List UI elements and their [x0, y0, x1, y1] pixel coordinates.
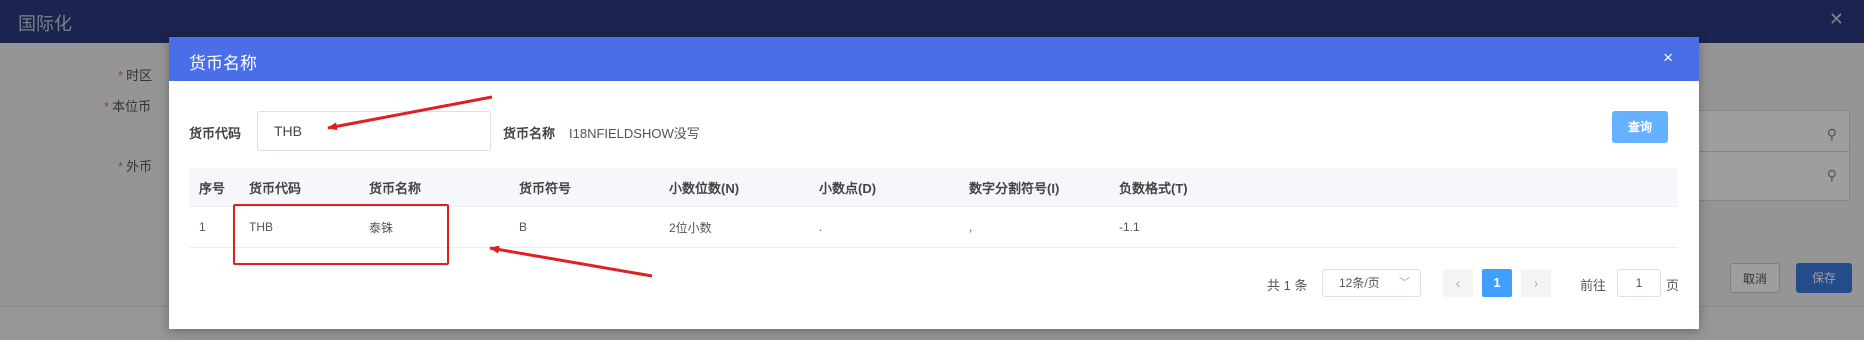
cell-decimals: 2位小数 [669, 220, 712, 235]
page-number-current[interactable]: 1 [1482, 269, 1512, 297]
chevron-down-icon: ﹀ [1399, 277, 1410, 289]
goto-label: 前往 [1580, 278, 1607, 293]
header-symbol: 货币符号 [519, 180, 572, 196]
cell-symbol: B [519, 220, 528, 234]
page-size-select[interactable]: 12条/页 ﹀ [1322, 269, 1421, 297]
header-code: 货币代码 [249, 180, 302, 196]
currency-name-value: I18NFIELDSHOW没写 [569, 126, 700, 141]
header-name: 货币名称 [369, 180, 422, 196]
header-separator: 数字分割符号(I) [969, 180, 1060, 196]
header-decimals: 小数位数(N) [669, 180, 740, 196]
cell-index: 1 [199, 220, 206, 234]
table-header: 序号 货币代码 货币名称 货币符号 小数位数(N) 小数点(D) 数字分割符号(… [189, 168, 1678, 207]
currency-name-label: 货币名称 [503, 126, 556, 141]
currency-code-label: 货币代码 [189, 126, 242, 141]
cell-negative-format: -1.1 [1119, 220, 1140, 234]
dialog-header: 货币名称 × [169, 37, 1699, 81]
query-button[interactable]: 查询 [1612, 111, 1668, 143]
dialog-title: 货币名称 [189, 54, 257, 73]
total-count: 共 1 条 [1267, 278, 1308, 293]
prev-page-button[interactable]: ‹ [1443, 269, 1473, 297]
search-row: 货币代码 THB 货币名称 I18NFIELDSHOW没写 [169, 111, 1699, 151]
header-index: 序号 [199, 180, 226, 196]
close-icon[interactable]: × [1663, 48, 1673, 68]
annotation-highlight-box [233, 204, 449, 265]
header-decimal-point: 小数点(D) [819, 180, 877, 196]
pagination: 共 1 条 12条/页 ﹀ ‹ 1 › 前往 1 页 [169, 269, 1699, 297]
currency-code-input[interactable]: THB [257, 111, 491, 151]
currency-name-dialog: 货币名称 × 货币代码 THB 货币名称 I18NFIELDSHOW没写 查询 … [169, 37, 1699, 329]
page-size-value: 12条/页 [1339, 276, 1380, 290]
header-negative-format: 负数格式(T) [1119, 180, 1188, 196]
cell-decimal-point: . [819, 220, 823, 234]
next-page-button[interactable]: › [1521, 269, 1551, 297]
page-suffix: 页 [1666, 278, 1680, 293]
goto-page-input[interactable]: 1 [1617, 269, 1661, 297]
cell-separator: , [969, 220, 973, 234]
